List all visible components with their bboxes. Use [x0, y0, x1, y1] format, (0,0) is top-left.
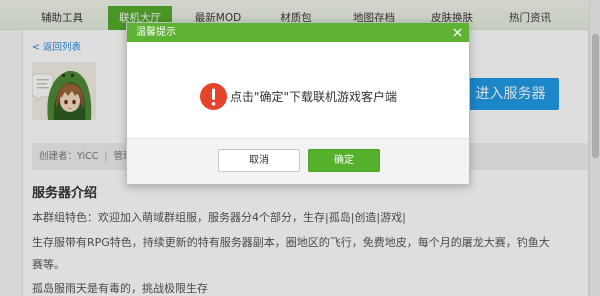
confirm-button[interactable]: 确定 — [308, 149, 380, 172]
close-icon[interactable] — [453, 28, 462, 37]
dialog-title-bar: 温馨提示 — [127, 23, 469, 42]
app-page: 辅助工具 联机大厅 最新MOD 材质包 地图存档 皮肤换肤 热门资讯 < 返回列表 — [0, 0, 600, 296]
notice-dialog: 温馨提示 点击"确定"下载联机游戏客户端 取消 确定 — [126, 22, 470, 185]
dialog-message: 点击"确定"下载联机游戏客户端 — [230, 90, 398, 104]
cancel-button[interactable]: 取消 — [218, 149, 300, 172]
dialog-footer: 取消 确定 — [127, 138, 469, 184]
warning-icon — [200, 83, 227, 110]
dialog-title: 温馨提示 — [136, 27, 176, 38]
dialog-body: 点击"确定"下载联机游戏客户端 — [127, 42, 469, 138]
